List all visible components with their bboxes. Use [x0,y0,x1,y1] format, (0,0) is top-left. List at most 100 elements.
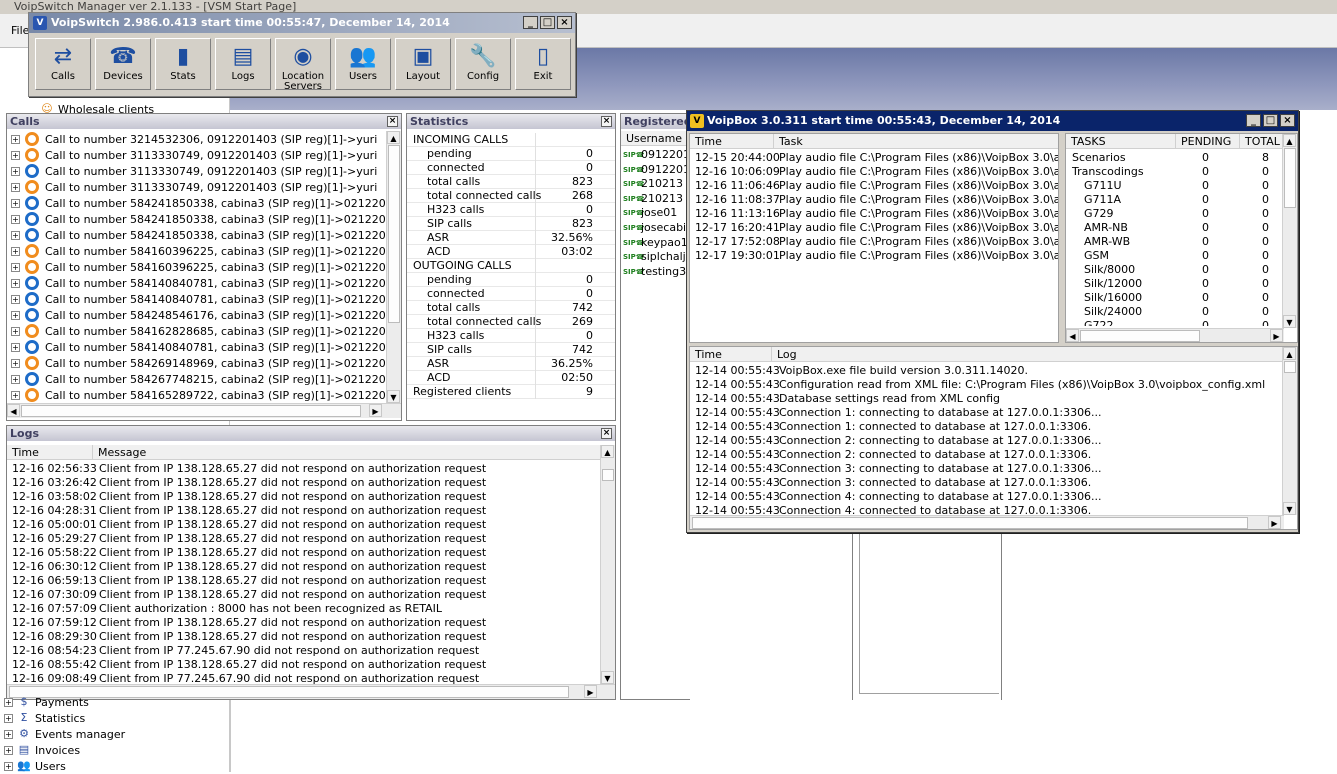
log-vertical-scrollbar[interactable]: ▲ ▼ [1282,347,1297,515]
voipbox-log-row[interactable]: 12-14 00:55:43 Connection 2: connecting t… [690,434,1284,448]
expand-icon[interactable]: + [11,166,20,176]
task-row[interactable]: 12-16 11:08:37 Play audio file C:\Program… [690,193,1058,207]
logs-horizontal-scrollbar[interactable]: ▶ [7,684,615,699]
maximize-button[interactable]: □ [1263,114,1278,127]
call-row[interactable]: + Call to number 584160396225, cabina3 (S… [11,259,387,275]
toolbar-button-calls[interactable]: ⇄ Calls [35,38,91,90]
call-row[interactable]: + Call to number 584140840781, cabina3 (S… [11,291,387,307]
scroll-up-icon[interactable]: ▲ [1283,347,1296,360]
expand-icon[interactable]: + [11,182,20,192]
call-row[interactable]: + Call to number 584140840781, cabina3 (S… [11,339,387,355]
call-row[interactable]: + Call to number 3113330749, 0912201403 (… [11,147,377,163]
minimize-button[interactable]: _ [523,16,538,29]
log-row[interactable]: 12-16 05:58:22 Client from IP 138.128.65.… [7,546,601,560]
log-row[interactable]: 12-16 06:59:13 Client from IP 138.128.65.… [7,574,601,588]
log-horizontal-scrollbar[interactable]: ▶ [690,515,1284,529]
summary-row[interactable]: G711A 0 0 [1066,193,1284,207]
log-row[interactable]: 12-16 03:26:42 Client from IP 138.128.65.… [7,476,601,490]
log-row[interactable]: 12-16 08:54:23 Client from IP 77.245.67.9… [7,644,601,658]
summary-row[interactable]: G729 0 0 [1066,207,1284,221]
tree-item[interactable]: + ▤ Invoices [4,742,80,758]
call-row[interactable]: + Call to number 584140840781, cabina3 (S… [11,275,387,291]
call-row[interactable]: + Call to number 584269148969, cabina3 (S… [11,355,387,371]
expand-icon[interactable]: + [11,246,20,256]
expand-icon[interactable]: + [4,761,13,771]
summary-vertical-scrollbar[interactable]: ▲ ▼ [1282,134,1297,328]
column-message[interactable]: Message [93,445,601,460]
log-row[interactable]: 12-16 03:58:02 Client from IP 138.128.65.… [7,490,601,504]
registered-user-row[interactable]: SIP☎josecabir [623,221,690,235]
scroll-right-icon[interactable]: ▶ [1268,516,1281,529]
tree-item[interactable]: + $ Payments [4,694,89,710]
scroll-down-icon[interactable]: ▼ [1283,315,1296,328]
summary-row[interactable]: Silk/12000 0 0 [1066,277,1284,291]
calls-horizontal-scrollbar[interactable]: ◀ ▶ [7,403,401,418]
expand-icon[interactable]: + [4,713,13,723]
calls-vertical-scrollbar[interactable]: ▲ ▼ [386,131,401,403]
log-row[interactable]: 12-16 02:56:33 Client from IP 138.128.65.… [7,462,601,476]
close-icon[interactable]: × [387,116,398,127]
call-row[interactable]: + Call to number 584160396225, cabina3 (S… [11,243,387,259]
call-row[interactable]: + Call to number 3113330749, 0912201403 (… [11,163,377,179]
call-row[interactable]: + Call to number 584241850338, cabina3 (S… [11,227,387,243]
toolbar-button-stats[interactable]: ▮ Stats [155,38,211,90]
menu-file[interactable]: File [11,24,29,37]
scroll-up-icon[interactable]: ▲ [601,445,614,458]
voipbox-log-row[interactable]: 12-14 00:55:43 Database settings read fro… [690,392,1284,406]
expand-icon[interactable]: + [11,262,20,272]
expand-icon[interactable]: + [11,150,20,160]
call-row[interactable]: + Call to number 584241850338, cabina3 (S… [11,211,387,227]
column-time[interactable]: Time [690,347,772,362]
log-row[interactable]: 12-16 07:30:09 Client from IP 138.128.65.… [7,588,601,602]
voipbox-log-row[interactable]: 12-14 00:55:43 Connection 4: connected to… [690,504,1284,514]
logs-vertical-scrollbar[interactable]: ▲ ▼ [600,445,615,684]
scroll-left-icon[interactable]: ◀ [7,404,20,417]
log-row[interactable]: 12-16 07:57:09 Client authorization : 800… [7,602,601,616]
registered-user-row[interactable]: SIP☎210213 [623,177,690,191]
toolbar-window-title-bar[interactable]: V VoipSwitch 2.986.0.413 start time 00:5… [29,13,575,33]
log-row[interactable]: 12-16 04:28:31 Client from IP 138.128.65.… [7,504,601,518]
task-row[interactable]: 12-17 17:52:08 Play audio file C:\Program… [690,235,1058,249]
call-row[interactable]: + Call to number 584162828685, cabina3 (S… [11,323,387,339]
toolbar-button-exit[interactable]: ▯ Exit [515,38,571,90]
scroll-thumb[interactable] [388,145,400,323]
toolbar-button-layout[interactable]: ▣ Layout [395,38,451,90]
registered-user-row[interactable]: SIP☎jose01 [623,206,690,220]
call-row[interactable]: + Call to number 584267748215, cabina2 (S… [11,371,387,387]
call-row[interactable]: + Call to number 584241850338, cabina3 (S… [11,195,387,211]
scroll-down-icon[interactable]: ▼ [387,390,400,403]
toolbar-button-devices[interactable]: ☎ Devices [95,38,151,90]
voipbox-log-row[interactable]: 12-14 00:55:43 Configuration read from XM… [690,378,1284,392]
registered-user-row[interactable]: SIP☎testing3 [623,265,690,279]
column-tasks[interactable]: TASKS [1066,134,1176,149]
registered-user-row[interactable]: SIP☎0912201 [623,148,690,162]
expand-icon[interactable]: + [4,729,13,739]
task-row[interactable]: 12-17 16:20:41 Play audio file C:\Program… [690,221,1058,235]
log-row[interactable]: 12-16 08:55:42 Client from IP 138.128.65.… [7,658,601,672]
call-row[interactable]: + Call to number 584248546176, cabina3 (S… [11,307,387,323]
voipbox-log-row[interactable]: 12-14 00:55:43 Connection 2: connected to… [690,448,1284,462]
scroll-up-icon[interactable]: ▲ [1283,134,1296,147]
summary-horizontal-scrollbar[interactable]: ◀ ▶ [1066,328,1284,342]
close-button[interactable]: × [1280,114,1295,127]
expand-icon[interactable]: + [11,214,20,224]
close-button[interactable]: × [557,16,572,29]
expand-icon[interactable]: + [11,134,20,144]
column-time[interactable]: Time [7,445,93,460]
expand-icon[interactable]: + [11,198,20,208]
voipbox-log-row[interactable]: 12-14 00:55:43 Connection 1: connecting t… [690,406,1284,420]
expand-icon[interactable]: + [11,342,20,352]
summary-row[interactable]: Silk/8000 0 0 [1066,263,1284,277]
registered-user-row[interactable]: SIP☎0912201 [623,163,690,177]
task-row[interactable]: 12-16 11:13:16 Play audio file C:\Program… [690,207,1058,221]
task-row[interactable]: 12-16 11:06:46 Play audio file C:\Program… [690,179,1058,193]
log-row[interactable]: 12-16 05:29:27 Client from IP 138.128.65.… [7,532,601,546]
summary-row[interactable]: GSM 0 0 [1066,249,1284,263]
close-icon[interactable]: × [601,428,612,439]
column-log[interactable]: Log [772,347,1284,362]
column-pending[interactable]: PENDING [1176,134,1240,149]
scroll-down-icon[interactable]: ▼ [1283,502,1296,515]
scroll-right-icon[interactable]: ▶ [369,404,382,417]
scroll-right-icon[interactable]: ▶ [1270,329,1283,342]
expand-icon[interactable]: + [11,278,20,288]
